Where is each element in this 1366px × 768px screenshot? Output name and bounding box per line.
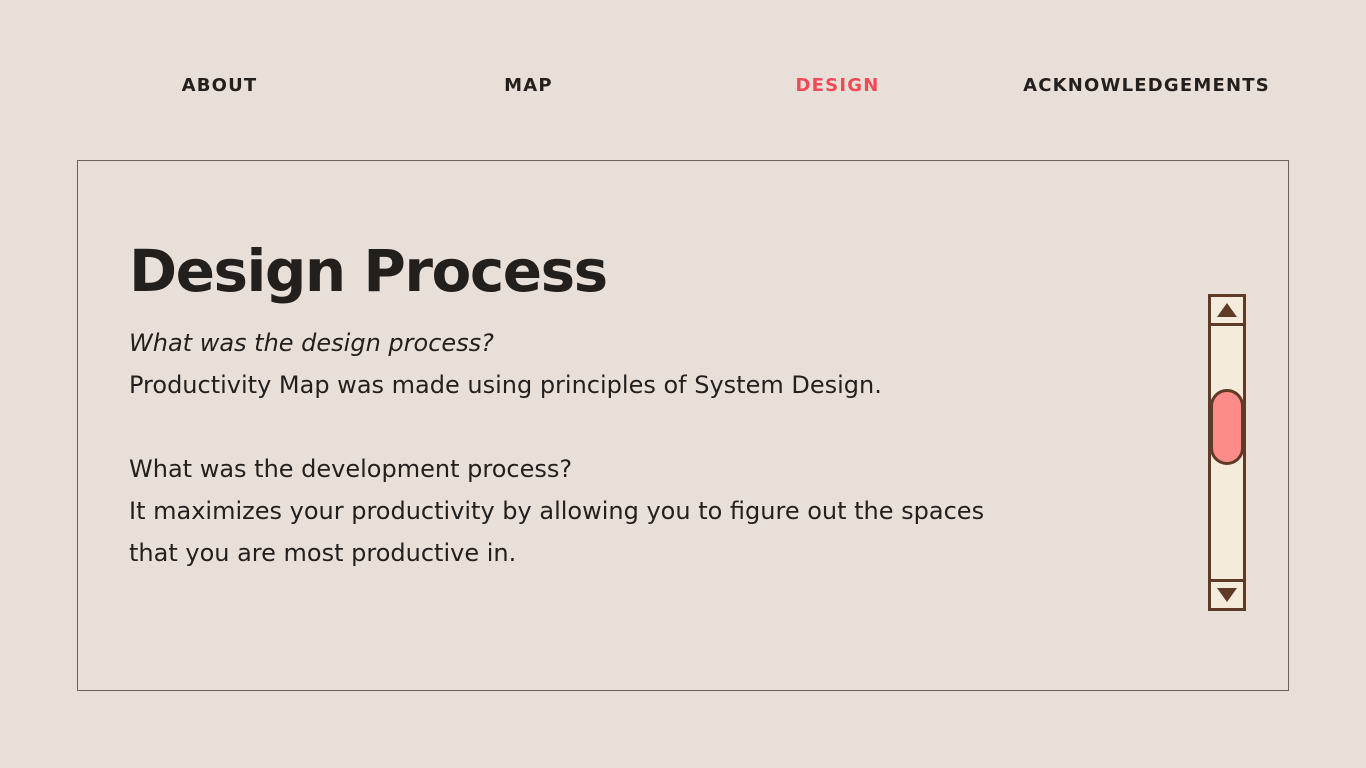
nav-item-acknowledgements[interactable]: ACKNOWLEDGEMENTS: [992, 70, 1301, 102]
top-navigation: ABOUT MAP DESIGN ACKNOWLEDGEMENTS: [0, 70, 1366, 102]
body-text: What was the design process? Productivit…: [129, 322, 1149, 574]
answer-development-line-2: that you are most productive in.: [129, 539, 517, 567]
vertical-scrollbar[interactable]: [1208, 294, 1246, 611]
triangle-down-icon: [1217, 588, 1237, 602]
nav-item-design[interactable]: DESIGN: [683, 70, 992, 102]
triangle-up-icon: [1217, 303, 1237, 317]
scroll-up-button[interactable]: [1211, 297, 1243, 326]
nav-item-map[interactable]: MAP: [374, 70, 683, 102]
question-design-process: What was the design process?: [129, 329, 494, 357]
answer-design-process: Productivity Map was made using principl…: [129, 371, 882, 399]
question-development-process: What was the development process?: [129, 455, 573, 483]
answer-development-line-1: It maximizes your productivity by allowi…: [129, 497, 985, 525]
nav-item-about[interactable]: ABOUT: [65, 70, 374, 102]
scroll-down-button[interactable]: [1211, 579, 1243, 608]
page-title: Design Process: [129, 237, 608, 305]
content-panel: Design Process What was the design proce…: [77, 160, 1289, 691]
scroll-thumb[interactable]: [1210, 389, 1244, 465]
